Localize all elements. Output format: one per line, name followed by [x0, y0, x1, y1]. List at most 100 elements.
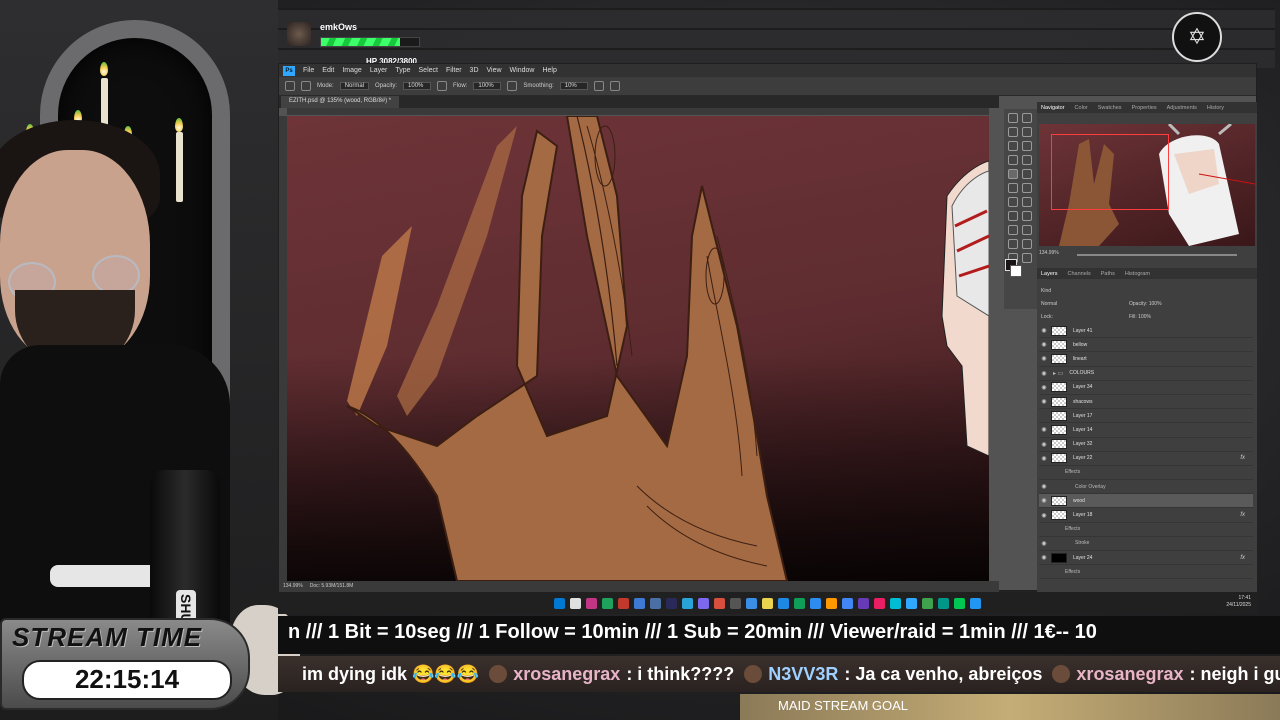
taskbar-app-icon[interactable]	[634, 597, 645, 609]
folder-icon[interactable]: ▸ ▭	[1053, 370, 1063, 377]
zoom-slider[interactable]	[1077, 254, 1237, 256]
history-brush-icon[interactable]	[1008, 183, 1018, 193]
visibility-eye-icon[interactable]: ◉	[1039, 327, 1049, 334]
layer-row[interactable]: ◉ Layer 41	[1039, 324, 1253, 339]
taskbar-app-icon[interactable]	[842, 597, 853, 609]
tab-adjustments[interactable]: Adjustments	[1167, 105, 1197, 111]
angle-icon[interactable]	[609, 81, 620, 91]
taskbar-app-icon[interactable]	[874, 597, 885, 609]
layer-row[interactable]: Layer 17	[1039, 409, 1253, 424]
taskbar-app-icon[interactable]	[858, 597, 869, 609]
menu-layer[interactable]: Layer	[370, 67, 388, 74]
taskbar-app-icon[interactable]	[794, 597, 805, 609]
path-select-icon[interactable]	[1022, 225, 1032, 235]
fx-icon[interactable]: fx	[1240, 455, 1245, 461]
layers-filter-kind[interactable]: Kind	[1041, 288, 1051, 294]
menu-type[interactable]: Type	[395, 67, 410, 74]
gradient-tool-icon[interactable]	[1008, 197, 1018, 207]
menu-help[interactable]: Help	[542, 67, 556, 74]
layer-row[interactable]: ◉ Layer 14	[1039, 423, 1253, 438]
blur-tool-icon[interactable]	[1022, 197, 1032, 207]
taskbar-app-icon[interactable]	[762, 597, 773, 609]
visibility-eye-icon[interactable]: ◉	[1039, 554, 1049, 561]
more-tools-icon[interactable]	[1022, 253, 1032, 263]
visibility-eye-icon[interactable]: ◉	[1039, 540, 1049, 547]
taskbar-app-icon[interactable]	[730, 597, 741, 609]
tab-properties[interactable]: Properties	[1132, 105, 1157, 111]
document-tab[interactable]: EZITH.psd @ 135% (wood, RGB/8#) *	[281, 96, 400, 108]
layer-effect-row[interactable]: ◉ Color Overlay	[1039, 480, 1253, 495]
mode-select[interactable]: Normal	[339, 82, 370, 90]
layer-effect-row[interactable]: ◉Gradient Overlay	[1039, 579, 1253, 582]
taskbar-app-icon[interactable]	[618, 597, 629, 609]
visibility-eye-icon[interactable]: ◉	[1039, 512, 1049, 519]
menu-edit[interactable]: Edit	[322, 67, 334, 74]
layer-row[interactable]: ◉ Layer 24 fx	[1039, 551, 1253, 566]
visibility-eye-icon[interactable]: ◉	[1039, 483, 1049, 490]
stamp-tool-icon[interactable]	[1022, 169, 1032, 179]
layer-row[interactable]: ◉ bellow	[1039, 338, 1253, 353]
tab-histogram[interactable]: Histogram	[1125, 271, 1150, 277]
taskbar-app-icon[interactable]	[938, 597, 949, 609]
flow-field[interactable]: 100%	[473, 82, 502, 90]
taskbar-app-icon[interactable]	[922, 597, 933, 609]
taskbar-app-icon[interactable]	[650, 597, 661, 609]
visibility-eye-icon[interactable]: ◉	[1039, 441, 1049, 448]
tab-swatches[interactable]: Swatches	[1098, 105, 1122, 111]
dodge-tool-icon[interactable]	[1008, 211, 1018, 221]
taskbar-app-icon[interactable]	[682, 597, 693, 609]
pressure-opacity-icon[interactable]	[437, 81, 448, 91]
eyedropper-tool-icon[interactable]	[1008, 155, 1018, 165]
tab-color[interactable]: Color	[1075, 105, 1088, 111]
photoshop-logo-icon[interactable]: Ps	[283, 65, 295, 76]
crop-tool-icon[interactable]	[1008, 141, 1018, 151]
tab-channels[interactable]: Channels	[1068, 271, 1091, 277]
tab-navigator[interactable]: Navigator	[1041, 105, 1065, 111]
taskbar-app-icon[interactable]	[570, 597, 581, 609]
taskbar-app-icon[interactable]	[890, 597, 901, 609]
hand-tool-icon[interactable]	[1022, 239, 1032, 249]
taskbar-app-icon[interactable]	[586, 597, 597, 609]
taskbar-app-icon[interactable]	[906, 597, 917, 609]
visibility-eye-icon[interactable]: ◉	[1039, 497, 1049, 504]
menu-window[interactable]: Window	[510, 67, 535, 74]
tab-paths[interactable]: Paths	[1101, 271, 1115, 277]
layer-row[interactable]: ◉ shacows	[1039, 395, 1253, 410]
lasso-tool-icon[interactable]	[1008, 127, 1018, 137]
visibility-eye-icon[interactable]: ◉	[1039, 341, 1049, 348]
system-tray-clock[interactable]: 17:41 24/11/2025	[1226, 595, 1251, 609]
layer-effect-row[interactable]: Effects	[1039, 565, 1253, 580]
pen-tool-icon[interactable]	[1022, 211, 1032, 221]
gear-icon[interactable]	[593, 81, 604, 91]
layer-row[interactable]: ◉ wood	[1039, 494, 1253, 509]
visibility-eye-icon[interactable]: ◉	[1039, 384, 1049, 391]
layer-group-row[interactable]: ◉ ▸ ▭ COLOURS	[1039, 367, 1253, 381]
visibility-eye-icon[interactable]: ◉	[1039, 426, 1049, 433]
type-tool-icon[interactable]	[1008, 225, 1018, 235]
layer-effect-row[interactable]: Effects	[1039, 466, 1253, 481]
background-color-swatch[interactable]	[1010, 265, 1022, 277]
layer-row[interactable]: ◉ Layer 22 fx	[1039, 452, 1253, 466]
menu-select[interactable]: Select	[419, 67, 438, 74]
frame-tool-icon[interactable]	[1022, 141, 1032, 151]
tab-history[interactable]: History	[1207, 105, 1224, 111]
eraser-tool-icon[interactable]	[1022, 183, 1032, 193]
menu-3d[interactable]: 3D	[470, 67, 479, 74]
healing-tool-icon[interactable]	[1022, 155, 1032, 165]
visibility-eye-icon[interactable]: ◉	[1039, 455, 1049, 462]
menu-filter[interactable]: Filter	[446, 67, 462, 74]
layer-effect-row[interactable]: ◉ Stroke	[1039, 537, 1253, 551]
layer-row[interactable]: ◉ Layer 18 fx	[1039, 508, 1253, 523]
taskbar-app-icon[interactable]	[826, 597, 837, 609]
navigator-thumbnail[interactable]	[1039, 124, 1255, 246]
home-icon[interactable]	[285, 81, 295, 91]
taskbar-app-icon[interactable]	[746, 597, 757, 609]
taskbar-app-icon[interactable]	[666, 597, 677, 609]
menu-view[interactable]: View	[487, 67, 502, 74]
brush-tool-icon[interactable]	[301, 81, 311, 91]
taskbar-app-icon[interactable]	[954, 597, 965, 609]
taskbar-app-icon[interactable]	[698, 597, 709, 609]
move-tool-icon[interactable]	[1008, 113, 1018, 123]
taskbar-app-icon[interactable]	[810, 597, 821, 609]
blend-mode-select[interactable]: Normal	[1041, 301, 1057, 307]
